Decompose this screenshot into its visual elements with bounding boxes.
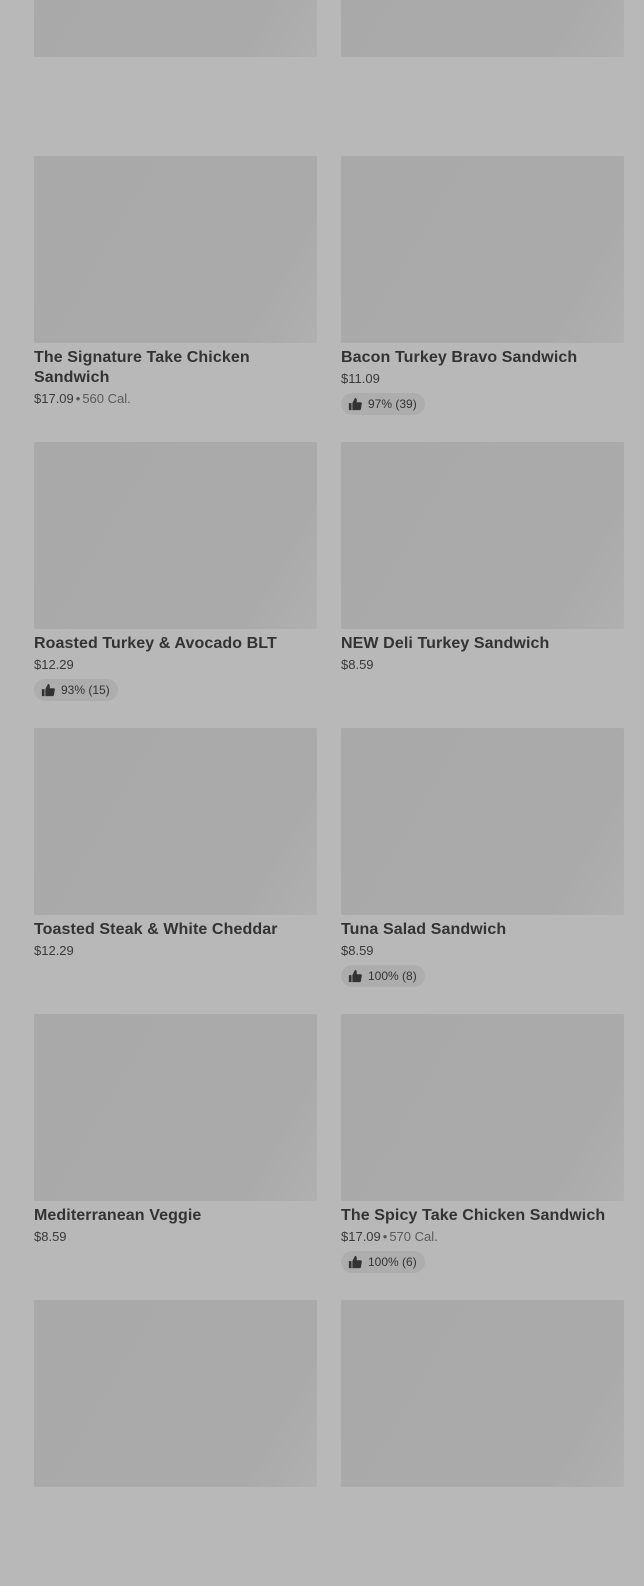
menu-item-image[interactable] — [34, 156, 317, 343]
thumbs-up-icon — [348, 1255, 362, 1269]
menu-item-card[interactable] — [341, 1300, 624, 1586]
rating-badge: 100% (8) — [341, 965, 425, 987]
menu-item-calories: 570 Cal. — [389, 1229, 438, 1244]
menu-item-meta: $8.59 — [341, 942, 624, 960]
menu-item-card[interactable]: The Signature Take Chicken Sandwich $17.… — [34, 156, 317, 442]
menu-item-price: $8.59 — [341, 657, 374, 672]
menu-item-card[interactable] — [341, 0, 624, 156]
menu-item-card[interactable]: Bacon Turkey Bravo Sandwich $11.09 97% (… — [341, 156, 624, 442]
menu-item-meta: $12.29 — [34, 942, 317, 960]
menu-item-image[interactable] — [341, 442, 624, 629]
rating-badge: 93% (15) — [34, 679, 118, 701]
menu-item-meta: $17.09 • 560 Cal. — [34, 390, 317, 408]
separator-dot: • — [382, 1229, 388, 1244]
separator-dot: • — [75, 391, 81, 406]
menu-item-meta: $17.09 • 570 Cal. — [341, 1228, 624, 1246]
menu-item-card[interactable]: Roasted Turkey & Avocado BLT $12.29 93% … — [34, 442, 317, 728]
rating-badge: 100% (6) — [341, 1251, 425, 1273]
menu-item-meta: $11.09 — [341, 370, 624, 388]
menu-item-meta: $12.29 — [34, 656, 317, 674]
menu-item-price: $12.29 — [34, 657, 74, 672]
menu-item-card[interactable] — [34, 1300, 317, 1586]
rating-text: 93% (15) — [61, 683, 110, 697]
menu-item-name[interactable]: Tuna Salad Sandwich — [341, 920, 624, 940]
menu-item-image[interactable] — [34, 442, 317, 629]
menu-item-name[interactable]: The Signature Take Chicken Sandwich — [34, 348, 317, 388]
menu-item-image[interactable] — [34, 1014, 317, 1201]
menu-item-meta: $8.59 — [34, 1228, 317, 1246]
menu-item-image[interactable] — [341, 156, 624, 343]
menu-item-price: $8.59 — [341, 943, 374, 958]
menu-item-image[interactable] — [341, 0, 624, 57]
menu-item-image[interactable] — [34, 0, 317, 57]
menu-item-price: $12.29 — [34, 943, 74, 958]
menu-item-image[interactable] — [34, 728, 317, 915]
menu-item-name[interactable]: Bacon Turkey Bravo Sandwich — [341, 348, 624, 368]
menu-item-card[interactable]: Mediterranean Veggie $8.59 — [34, 1014, 317, 1300]
menu-item-name[interactable]: Mediterranean Veggie — [34, 1206, 317, 1226]
menu-item-name[interactable]: The Spicy Take Chicken Sandwich — [341, 1206, 624, 1226]
menu-item-name[interactable]: Toasted Steak & White Cheddar — [34, 920, 317, 940]
menu-item-meta: $8.59 — [341, 656, 624, 674]
menu-item-name[interactable]: NEW Deli Turkey Sandwich — [341, 634, 624, 654]
menu-item-price: $17.09 — [341, 1229, 381, 1244]
menu-item-price: $8.59 — [34, 1229, 67, 1244]
menu-item-image[interactable] — [341, 1300, 624, 1487]
menu-item-card[interactable]: Tuna Salad Sandwich $8.59 100% (8) — [341, 728, 624, 1014]
menu-item-grid: The Signature Take Chicken Sandwich $17.… — [34, 0, 624, 1586]
rating-badge: 97% (39) — [341, 393, 425, 415]
menu-item-price: $11.09 — [341, 371, 380, 386]
menu-item-name[interactable]: Roasted Turkey & Avocado BLT — [34, 634, 317, 654]
menu-item-calories: 560 Cal. — [82, 391, 131, 406]
thumbs-up-icon — [41, 683, 55, 697]
menu-item-card[interactable]: Toasted Steak & White Cheddar $12.29 — [34, 728, 317, 1014]
menu-item-card[interactable] — [34, 0, 317, 156]
rating-text: 100% (6) — [368, 1255, 417, 1269]
rating-text: 100% (8) — [368, 969, 417, 983]
menu-item-image[interactable] — [341, 1014, 624, 1201]
thumbs-up-icon — [348, 969, 362, 983]
menu-item-price: $17.09 — [34, 391, 74, 406]
thumbs-up-icon — [348, 397, 362, 411]
menu-item-card[interactable]: NEW Deli Turkey Sandwich $8.59 — [341, 442, 624, 728]
menu-item-card[interactable]: The Spicy Take Chicken Sandwich $17.09 • 5… — [341, 1014, 624, 1300]
menu-item-image[interactable] — [34, 1300, 317, 1487]
menu-item-image[interactable] — [341, 728, 624, 915]
rating-text: 97% (39) — [368, 397, 417, 411]
